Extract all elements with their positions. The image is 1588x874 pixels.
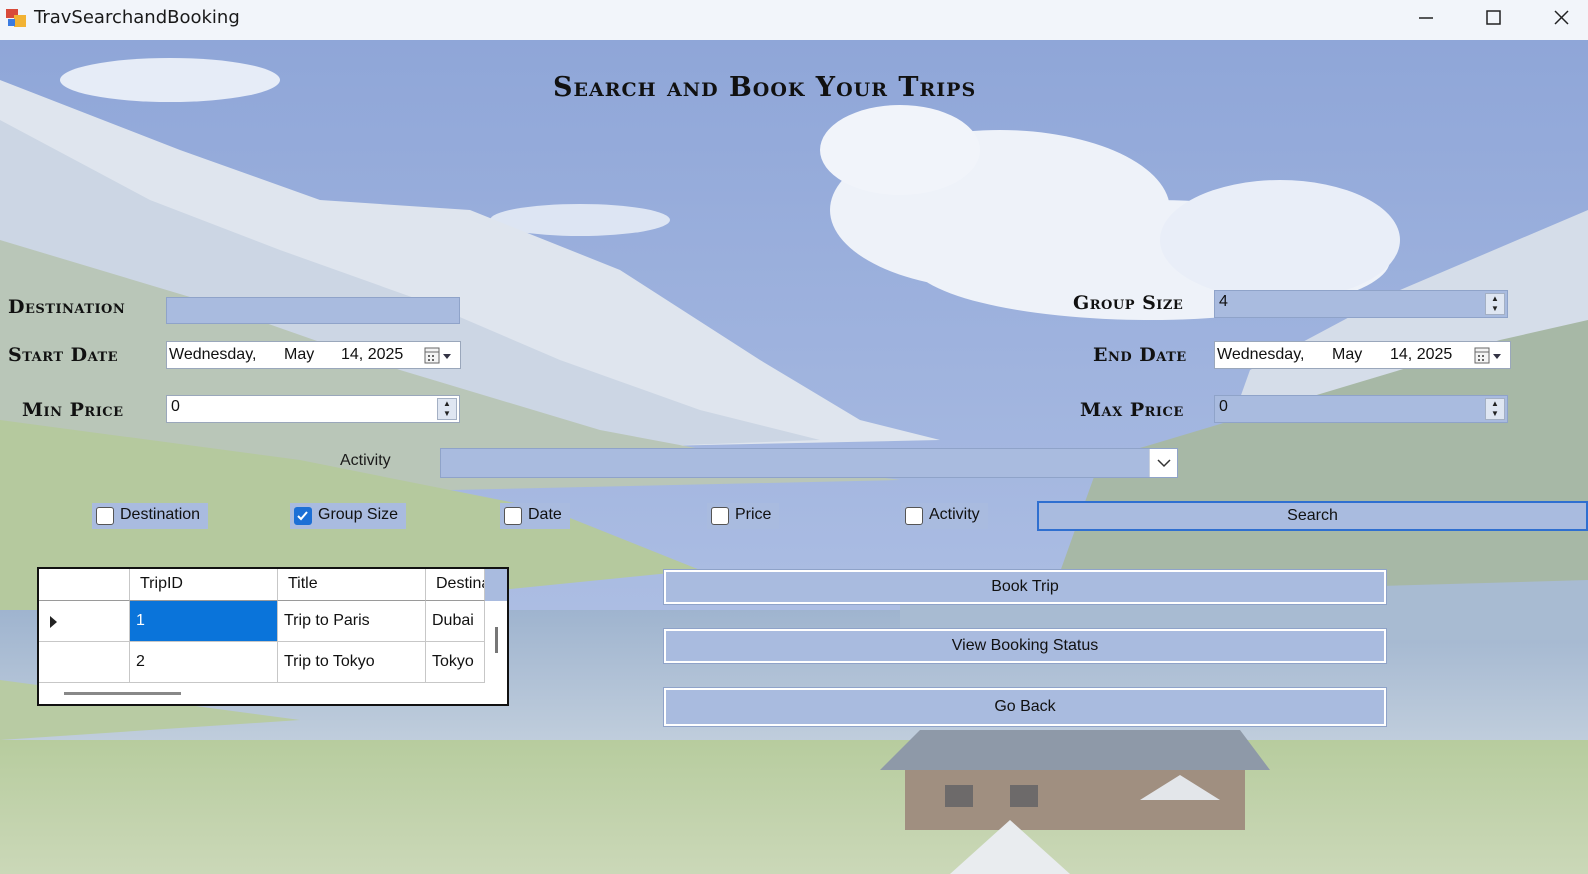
trips-grid[interactable]: TripID Title Destina 1 Trip to Paris Dub…	[37, 567, 509, 706]
maximize-icon	[1486, 10, 1501, 25]
max-price-label: Max Price	[1080, 399, 1184, 421]
table-cell-title[interactable]: Trip to Paris	[278, 601, 426, 642]
group-size-label: Group Size	[1073, 292, 1184, 314]
filter-destination-checkbox[interactable]: Destination	[92, 503, 209, 529]
filter-date-label: Date	[528, 506, 562, 523]
filter-group-size-checkbox[interactable]: Group Size	[290, 503, 407, 529]
filter-group-size-label: Group Size	[318, 506, 399, 523]
maximize-button[interactable]	[1464, 0, 1524, 40]
go-back-button[interactable]: Go Back	[663, 687, 1387, 727]
start-date-weekday: Wednesday,	[169, 346, 257, 363]
spin-down-icon[interactable]: ▼	[438, 409, 456, 419]
scroll-thumb[interactable]	[495, 627, 498, 653]
close-icon	[1554, 10, 1569, 25]
filter-activity-label: Activity	[929, 506, 980, 523]
checkbox-box[interactable]	[96, 507, 114, 525]
column-header-destination[interactable]: Destina	[426, 569, 485, 601]
scroll-thumb[interactable]	[64, 692, 181, 695]
filter-destination-label: Destination	[120, 506, 201, 523]
filter-price-checkbox[interactable]: Price	[707, 503, 780, 529]
min-price-input[interactable]: 0 ▲ ▼	[166, 395, 460, 423]
row-header[interactable]	[39, 642, 130, 683]
end-date-picker[interactable]: Wednesday, May 14, 2025	[1214, 341, 1511, 369]
end-date-dayyear: 14, 2025	[1390, 346, 1453, 363]
table-cell-destination[interactable]: Dubai	[426, 601, 485, 642]
spin-up-icon[interactable]: ▲	[1486, 399, 1504, 409]
search-button[interactable]: Search	[1037, 501, 1588, 531]
vertical-scrollbar[interactable]	[485, 601, 507, 683]
group-size-spinner[interactable]: ▲ ▼	[1485, 293, 1505, 315]
table-cell-destination[interactable]: Tokyo	[426, 642, 485, 683]
filter-price-label: Price	[735, 506, 772, 523]
start-date-month: May	[284, 346, 315, 363]
max-price-spinner[interactable]: ▲ ▼	[1485, 398, 1505, 420]
horizontal-scrollbar[interactable]	[39, 683, 507, 704]
spin-up-icon[interactable]: ▲	[1486, 294, 1504, 304]
activity-label: Activity	[340, 452, 391, 469]
spin-down-icon[interactable]: ▼	[1486, 304, 1504, 314]
title-bar: TravSearchandBooking	[0, 0, 1588, 40]
start-date-dayyear: 14, 2025	[341, 346, 404, 363]
minimize-icon	[1419, 17, 1433, 19]
page-title: Search and Book Your Trips	[553, 72, 977, 103]
checkbox-box[interactable]	[504, 507, 522, 525]
filter-date-checkbox[interactable]: Date	[500, 503, 570, 529]
table-cell-title[interactable]: Trip to Tokyo	[278, 642, 426, 683]
end-date-month: May	[1332, 346, 1363, 363]
start-date-label: Start Date	[8, 344, 119, 366]
calendar-dropdown-icon[interactable]	[1474, 347, 1504, 365]
checkbox-box[interactable]	[905, 507, 923, 525]
current-row-arrow-icon	[50, 616, 57, 628]
row-header-corner	[39, 569, 130, 601]
minimize-button[interactable]	[1396, 0, 1456, 40]
book-trip-button[interactable]: Book Trip	[663, 569, 1387, 605]
table-cell-tripid[interactable]: 1	[130, 601, 278, 642]
spin-up-icon[interactable]: ▲	[438, 399, 456, 409]
end-date-weekday: Wednesday,	[1217, 346, 1305, 363]
chevron-down-icon	[1157, 459, 1171, 468]
spin-down-icon[interactable]: ▼	[1486, 409, 1504, 419]
activity-select[interactable]	[440, 448, 1178, 478]
max-price-input[interactable]: 0 ▲ ▼	[1214, 395, 1508, 423]
filter-activity-checkbox[interactable]: Activity	[901, 503, 988, 529]
max-price-value: 0	[1219, 398, 1228, 415]
app-form-icon	[6, 9, 26, 27]
checkmark-icon	[297, 511, 308, 521]
group-size-input[interactable]: 4 ▲ ▼	[1214, 290, 1508, 318]
row-header[interactable]	[39, 601, 130, 642]
group-size-value: 4	[1219, 293, 1228, 310]
min-price-label: Min Price	[22, 399, 124, 421]
view-booking-status-button[interactable]: View Booking Status	[663, 628, 1387, 664]
table-cell-tripid[interactable]: 2	[130, 642, 278, 683]
activity-dropdown-button[interactable]	[1149, 449, 1177, 477]
close-button[interactable]	[1532, 0, 1588, 40]
min-price-value: 0	[171, 398, 180, 415]
column-header-tripid[interactable]: TripID	[130, 569, 278, 601]
column-header-title[interactable]: Title	[278, 569, 426, 601]
destination-input[interactable]	[166, 297, 460, 324]
checkbox-checked-icon[interactable]	[294, 507, 312, 525]
min-price-spinner[interactable]: ▲ ▼	[437, 398, 457, 420]
checkbox-box[interactable]	[711, 507, 729, 525]
destination-label: Destination	[8, 296, 126, 318]
end-date-label: End Date	[1093, 344, 1187, 366]
window-title: TravSearchandBooking	[34, 7, 240, 28]
calendar-dropdown-icon[interactable]	[424, 347, 454, 365]
start-date-picker[interactable]: Wednesday, May 14, 2025	[166, 341, 461, 369]
